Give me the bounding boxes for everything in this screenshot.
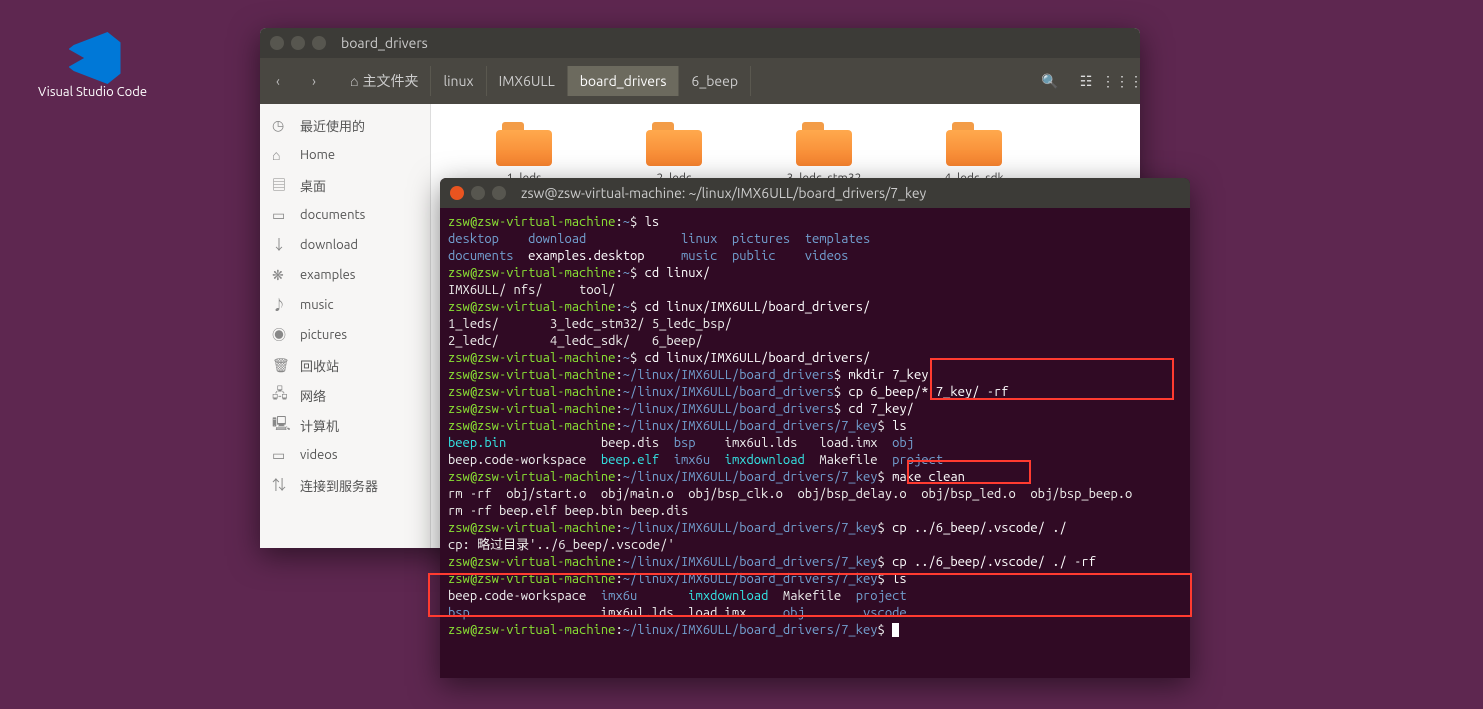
sidebar-item[interactable]: ❋ examples [260,260,430,290]
sidebar-item[interactable]: 🖧 网络 [260,380,430,410]
sidebar-label: pictures [300,328,347,342]
sidebar-label: examples [300,268,355,282]
maximize-icon[interactable] [312,36,326,50]
window-title: board_drivers [341,35,428,51]
view-list-icon[interactable]: ☷ [1068,66,1104,96]
sidebar-item[interactable]: ◉ pictures [260,320,430,350]
sidebar-icon: ⌂ [272,147,292,163]
sidebar-label: music [300,298,334,312]
sidebar-icon: ▭ [272,447,292,464]
sidebar-icon: 🖳 [272,413,292,437]
sidebar-icon: 🗑 [272,357,292,374]
sidebar-icon: ❋ [272,267,292,284]
sidebar-icon: 🖧 [272,383,292,407]
sidebar-item[interactable]: ▤ 桌面 [260,170,430,200]
sidebar-icon: ▭ [272,207,292,224]
breadcrumb-item[interactable]: IMX6ULL [487,66,568,96]
terminal-title: zsw@zsw-virtual-machine: ~/linux/IMX6ULL… [521,185,926,201]
vscode-icon [63,30,123,85]
sidebar-icon: ▤ [272,175,292,195]
close-icon[interactable] [450,186,464,200]
breadcrumb-item[interactable]: 6_beep [679,66,751,96]
sidebar-item[interactable]: ◷ 最近使用的 [260,110,430,140]
folder-item[interactable]: 4_ledc_sdk [899,122,1049,185]
desktop-icon-vscode[interactable]: Visual Studio Code [20,30,165,99]
folder-icon [496,122,552,166]
minimize-icon[interactable] [291,36,305,50]
sidebar-label: 连接到服务器 [300,476,378,495]
sidebar: ◷ 最近使用的 ⌂ Home ▤ 桌面 ▭ documents ↓ download ❋ exampl… [260,104,431,548]
window-titlebar[interactable]: zsw@zsw-virtual-machine: ~/linux/IMX6ULL… [440,178,1190,208]
sidebar-item[interactable]: ⌂ Home [260,140,430,170]
sidebar-label: download [300,238,358,252]
folder-icon [796,122,852,166]
folder-icon [646,122,702,166]
sidebar-label: 回收站 [300,356,339,375]
sidebar-label: videos [300,448,338,462]
sidebar-item[interactable]: ⇅ 连接到服务器 [260,470,430,500]
terminal-output[interactable]: zsw@zsw-virtual-machine:~$ ls desktop do… [440,208,1190,645]
sidebar-item[interactable]: 🗑 回收站 [260,350,430,380]
close-icon[interactable] [270,36,284,50]
sidebar-label: Home [300,148,335,162]
sidebar-icon: ⇅ [272,475,292,495]
folder-icon [946,122,1002,166]
sidebar-label: 最近使用的 [300,116,365,135]
sidebar-item[interactable]: ▭ documents [260,200,430,230]
sidebar-item[interactable]: ♪ music [260,290,430,320]
back-button[interactable]: ‹ [260,66,296,96]
search-icon[interactable]: 🔍 [1032,66,1068,96]
terminal-window: zsw@zsw-virtual-machine: ~/linux/IMX6ULL… [440,178,1190,678]
sidebar-item[interactable]: ▭ videos [260,440,430,470]
sidebar-icon: ◷ [272,117,292,134]
breadcrumb: ⌂主文件夹linuxIMX6ULLboard_drivers6_beep [338,66,751,96]
breadcrumb-item[interactable]: ⌂主文件夹 [338,66,431,96]
minimize-icon[interactable] [471,186,485,200]
folder-item[interactable]: 1_leds [449,122,599,185]
folder-item[interactable]: 3_ledc_stm32 [749,122,899,185]
sidebar-label: 计算机 [300,416,339,435]
sidebar-item[interactable]: 🖳 计算机 [260,410,430,440]
sidebar-label: 网络 [300,386,326,405]
breadcrumb-item[interactable]: linux [431,66,486,96]
sidebar-label: documents [300,208,365,222]
maximize-icon[interactable] [492,186,506,200]
view-grid-icon[interactable]: ⋮⋮⋮ [1104,66,1140,96]
sidebar-item[interactable]: ↓ download [260,230,430,260]
sidebar-icon: ↓ [272,235,292,255]
breadcrumb-item[interactable]: board_drivers [568,66,680,96]
forward-button[interactable]: › [296,66,332,96]
desktop-icon-label: Visual Studio Code [20,85,165,99]
window-titlebar[interactable]: board_drivers [260,28,1140,58]
toolbar: ‹ › ⌂主文件夹linuxIMX6ULLboard_drivers6_beep… [260,58,1140,104]
sidebar-icon: ◉ [272,325,292,345]
sidebar-label: 桌面 [300,176,326,195]
folder-item[interactable]: 2_ledc [599,122,749,185]
sidebar-icon: ♪ [272,295,292,315]
